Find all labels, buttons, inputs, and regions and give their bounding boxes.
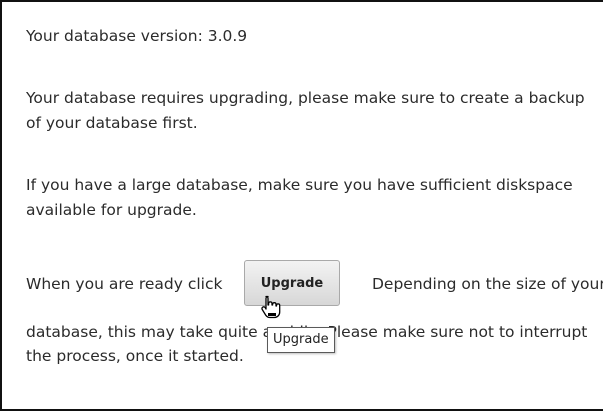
requires-upgrade-text-line2: of your database first.: [26, 114, 198, 132]
ready-prefix-text: When you are ready click: [26, 275, 223, 293]
hand-pointer-icon: [261, 295, 281, 319]
upgrade-tooltip: Upgrade: [267, 327, 335, 353]
upgrade-panel: Your database version: 3.0.9 Your databa…: [0, 0, 603, 411]
requires-upgrade-text-line1: Your database requires upgrading, please…: [26, 89, 585, 107]
database-version-text: Your database version: 3.0.9: [26, 27, 248, 45]
upgrade-button[interactable]: Upgrade: [244, 260, 340, 306]
large-database-text-line2: available for upgrade.: [26, 201, 197, 219]
duration-warning-text-line2: the process, once it started.: [26, 347, 244, 365]
large-database-text-line1: If you have a large database, make sure …: [26, 176, 573, 194]
ready-suffix-text: Depending on the size of your: [372, 275, 603, 293]
